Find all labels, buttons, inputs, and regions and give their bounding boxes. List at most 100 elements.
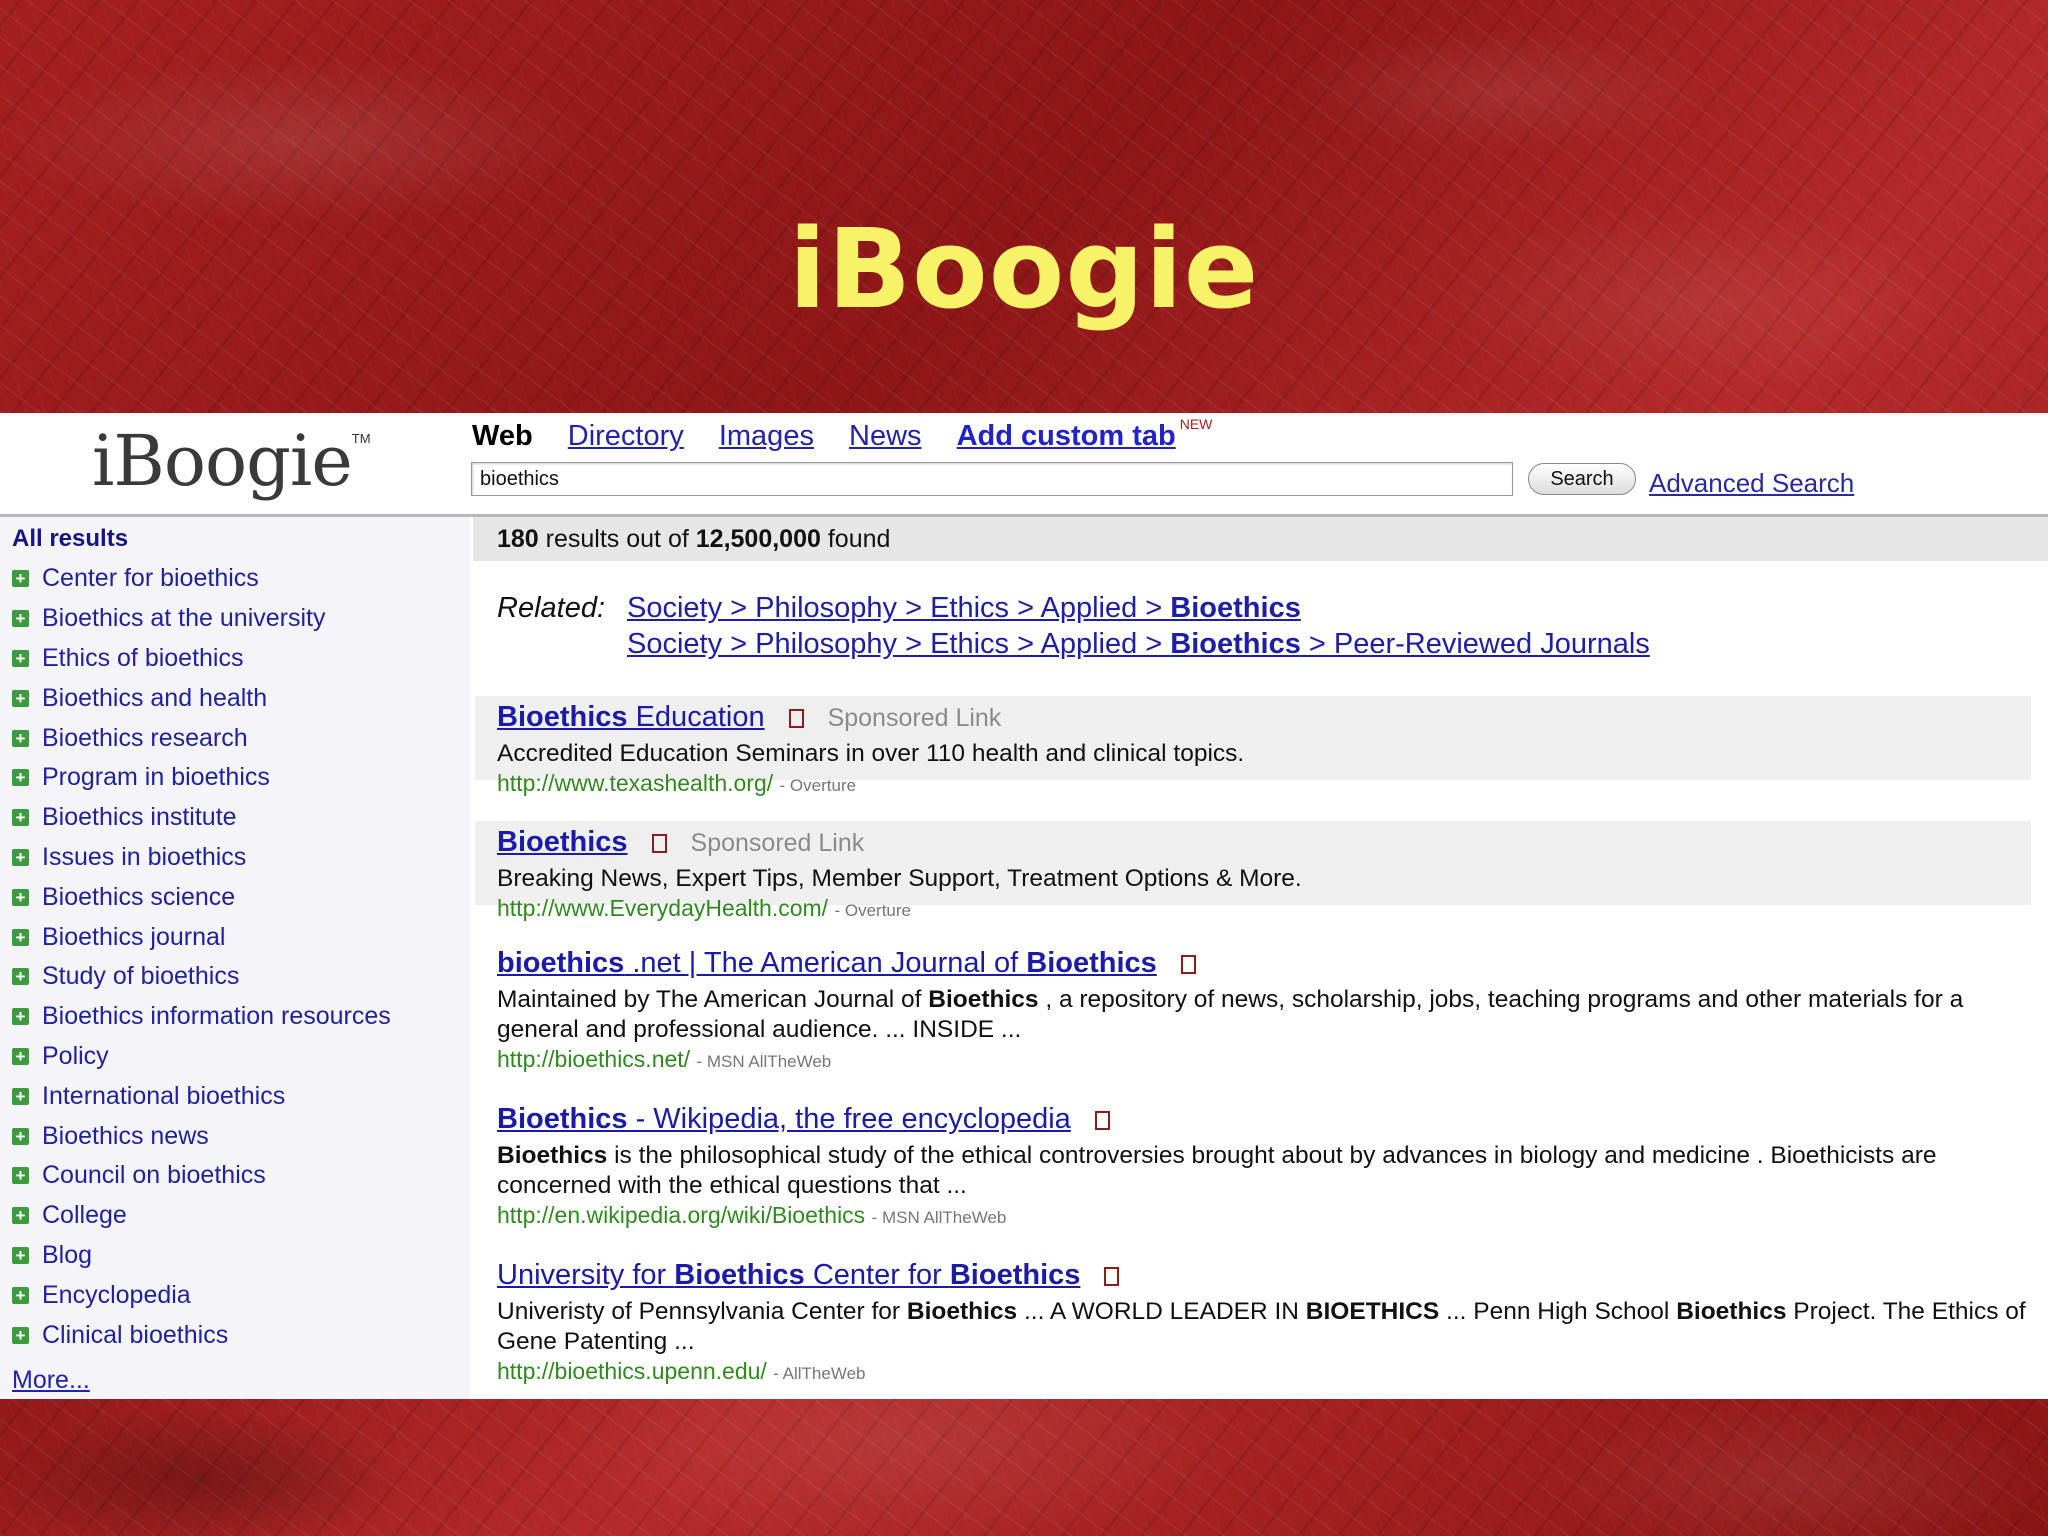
- cluster-label[interactable]: Bioethics institute: [42, 803, 237, 832]
- cluster-item[interactable]: + Center for bioethics: [12, 559, 391, 599]
- expand-plus-icon[interactable]: +: [12, 649, 29, 667]
- expand-plus-icon[interactable]: +: [12, 729, 29, 747]
- cluster-label[interactable]: Council on bioethics: [42, 1161, 266, 1190]
- cluster-item[interactable]: + Bioethics and health: [12, 678, 391, 718]
- result-title-text[interactable]: University for: [497, 1259, 674, 1291]
- cluster-label[interactable]: Encyclopedia: [42, 1281, 191, 1310]
- result-url-text[interactable]: http://www.EverydayHealth.com/: [497, 895, 828, 921]
- cluster-item[interactable]: + Program in bioethics: [12, 758, 391, 798]
- related-path-text[interactable]: Society > Philosophy > Ethics > Applied …: [627, 592, 1170, 624]
- expand-plus-icon[interactable]: +: [12, 1127, 29, 1145]
- cluster-item[interactable]: + Study of bioethics: [12, 957, 391, 997]
- result-url-text[interactable]: http://bioethics.net/: [497, 1046, 690, 1072]
- result-url[interactable]: http://bioethics.net/ - MSN AllTheWeb: [497, 1046, 2031, 1073]
- cluster-label[interactable]: Bioethics research: [42, 724, 248, 753]
- related-path-bold[interactable]: Bioethics: [1170, 592, 1301, 624]
- cluster-item[interactable]: + Bioethics science: [12, 877, 391, 917]
- cluster-label[interactable]: Bioethics and health: [42, 684, 267, 713]
- expand-plus-icon[interactable]: +: [12, 1286, 29, 1304]
- search-button[interactable]: Search: [1528, 463, 1636, 495]
- cluster-item[interactable]: + Issues in bioethics: [12, 838, 391, 878]
- cluster-label[interactable]: Study of bioethics: [42, 962, 239, 991]
- result-title-bold[interactable]: bioethics: [497, 947, 624, 979]
- related-path-tail[interactable]: > Peer-Reviewed Journals: [1301, 628, 1650, 660]
- cluster-item[interactable]: + Policy: [12, 1037, 391, 1077]
- cluster-label[interactable]: Policy: [42, 1042, 109, 1071]
- expand-plus-icon[interactable]: +: [12, 1246, 29, 1264]
- cluster-label[interactable]: Bioethics news: [42, 1122, 209, 1151]
- result-url[interactable]: http://www.EverydayHealth.com/ - Overtur…: [497, 895, 2031, 922]
- result-title-text[interactable]: .net | The American Journal of: [624, 947, 1026, 979]
- tab-images[interactable]: Images: [719, 420, 814, 452]
- result-title-bold[interactable]: Bioethics: [497, 701, 628, 733]
- more-clusters-link[interactable]: More...: [12, 1366, 90, 1395]
- expand-plus-icon[interactable]: +: [12, 610, 29, 628]
- result-title-text[interactable]: - Wikipedia, the free encyclopedia: [628, 1103, 1071, 1135]
- result-title-link[interactable]: Bioethics: [497, 826, 628, 858]
- cluster-label[interactable]: Program in bioethics: [42, 763, 270, 792]
- expand-plus-icon[interactable]: +: [12, 888, 29, 906]
- related-path-link[interactable]: Society > Philosophy > Ethics > Applied …: [627, 628, 1650, 660]
- expand-plus-icon[interactable]: +: [12, 809, 29, 827]
- related-path-bold[interactable]: Bioethics: [1170, 628, 1301, 660]
- result-title-link[interactable]: University for Bioethics Center for Bioe…: [497, 1259, 1080, 1291]
- result-url[interactable]: http://en.wikipedia.org/wiki/Bioethics -…: [497, 1202, 2031, 1229]
- cluster-item[interactable]: + Bioethics at the university: [12, 599, 391, 639]
- expand-plus-icon[interactable]: +: [12, 1326, 29, 1344]
- result-title-text[interactable]: Education: [628, 701, 765, 733]
- cluster-label[interactable]: Bioethics information resources: [42, 1002, 391, 1031]
- cluster-item[interactable]: + Encyclopedia: [12, 1275, 391, 1315]
- tab-directory[interactable]: Directory: [568, 420, 684, 452]
- cluster-label[interactable]: Bioethics at the university: [42, 604, 325, 633]
- expand-plus-icon[interactable]: +: [12, 1207, 29, 1225]
- cluster-item[interactable]: + International bioethics: [12, 1076, 391, 1116]
- result-url[interactable]: http://bioethics.upenn.edu/ - AllTheWeb: [497, 1358, 2031, 1385]
- flag-icon[interactable]: [1094, 1111, 1110, 1130]
- search-input[interactable]: [471, 462, 1513, 496]
- cluster-item[interactable]: + College: [12, 1196, 391, 1236]
- related-path-text[interactable]: Society > Philosophy > Ethics > Applied …: [627, 628, 1170, 660]
- flag-icon[interactable]: [651, 834, 667, 853]
- tab-web[interactable]: Web: [472, 420, 533, 452]
- cluster-item[interactable]: + Bioethics news: [12, 1116, 391, 1156]
- result-title-text[interactable]: Center for: [805, 1259, 950, 1291]
- tab-add-custom[interactable]: Add custom tab: [957, 420, 1176, 452]
- cluster-label[interactable]: International bioethics: [42, 1082, 285, 1111]
- expand-plus-icon[interactable]: +: [12, 848, 29, 866]
- expand-plus-icon[interactable]: +: [12, 1008, 29, 1026]
- expand-plus-icon[interactable]: +: [12, 1047, 29, 1065]
- cluster-label[interactable]: Bioethics journal: [42, 923, 225, 952]
- cluster-label[interactable]: Clinical bioethics: [42, 1321, 228, 1350]
- result-url-text[interactable]: http://www.texashealth.org/: [497, 770, 773, 796]
- expand-plus-icon[interactable]: +: [12, 928, 29, 946]
- result-url-text[interactable]: http://bioethics.upenn.edu/: [497, 1358, 767, 1384]
- flag-icon[interactable]: [1180, 955, 1196, 974]
- cluster-label[interactable]: Blog: [42, 1241, 92, 1270]
- cluster-item[interactable]: + Bioethics journal: [12, 917, 391, 957]
- result-title-link[interactable]: Bioethics - Wikipedia, the free encyclop…: [497, 1103, 1071, 1135]
- cluster-label[interactable]: Ethics of bioethics: [42, 644, 244, 673]
- cluster-item[interactable]: + Bioethics information resources: [12, 997, 391, 1037]
- cluster-item[interactable]: + Bioethics institute: [12, 798, 391, 838]
- cluster-label[interactable]: Bioethics science: [42, 883, 235, 912]
- result-title-bold[interactable]: Bioethics: [497, 826, 628, 858]
- flag-icon[interactable]: [788, 709, 804, 728]
- cluster-label[interactable]: Center for bioethics: [42, 564, 259, 593]
- result-title-link[interactable]: Bioethics Education: [497, 701, 765, 733]
- cluster-item[interactable]: + Blog: [12, 1236, 391, 1276]
- iboogie-logo[interactable]: iBoogieTM: [92, 413, 371, 509]
- expand-plus-icon[interactable]: +: [12, 769, 29, 787]
- result-url[interactable]: http://www.texashealth.org/ - Overture: [497, 770, 2031, 797]
- expand-plus-icon[interactable]: +: [12, 968, 29, 986]
- related-path-link[interactable]: Society > Philosophy > Ethics > Applied …: [627, 592, 1301, 624]
- result-title-link[interactable]: bioethics .net | The American Journal of…: [497, 947, 1157, 979]
- cluster-label[interactable]: College: [42, 1201, 127, 1230]
- cluster-item[interactable]: + Bioethics research: [12, 718, 391, 758]
- cluster-item[interactable]: + Ethics of bioethics: [12, 639, 391, 679]
- cluster-label[interactable]: Issues in bioethics: [42, 843, 246, 872]
- advanced-search-link[interactable]: Advanced Search: [1649, 468, 1854, 499]
- cluster-item[interactable]: + Clinical bioethics: [12, 1315, 391, 1355]
- result-title-bold[interactable]: Bioethics: [950, 1259, 1081, 1291]
- expand-plus-icon[interactable]: +: [12, 570, 29, 588]
- result-title-bold[interactable]: Bioethics: [674, 1259, 805, 1291]
